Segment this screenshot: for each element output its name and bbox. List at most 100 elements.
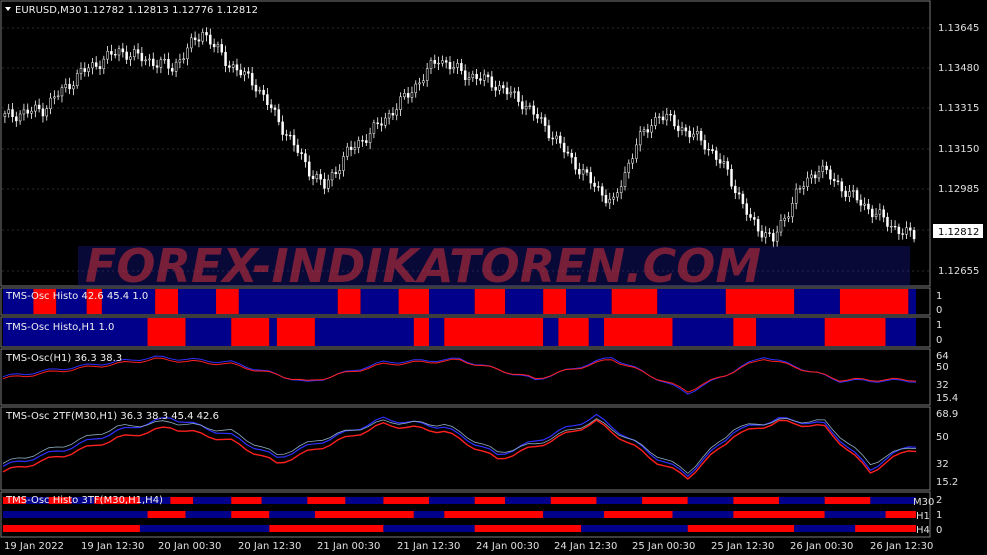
histo-3tf-bar-m30 [596, 497, 643, 504]
candle-body [851, 190, 855, 192]
candle-body [813, 174, 817, 179]
candle-body [357, 140, 360, 148]
candle-body [422, 80, 425, 84]
candle-body [441, 60, 444, 64]
candle-body [707, 148, 710, 151]
histo-h1-bar [733, 318, 757, 346]
candle-body [631, 158, 634, 164]
candle-body [18, 113, 22, 122]
candle-body [597, 186, 600, 188]
candle-body [878, 209, 882, 215]
histo-3tf-bar-h1 [885, 511, 916, 518]
candle-body [471, 73, 475, 79]
candle-body [399, 96, 402, 110]
osc-2tf-tick: 32 [936, 459, 949, 470]
candle-body [376, 122, 379, 124]
candle-body [654, 117, 657, 126]
candle-body [482, 74, 486, 81]
candle-body [79, 68, 83, 74]
histo-3tf-bar-m30 [824, 497, 871, 504]
histo-h1-bar [824, 318, 886, 346]
candle-body [715, 150, 718, 160]
histo-3tf-bar-h4 [3, 525, 140, 532]
candle-body [403, 93, 406, 98]
candle-body [798, 188, 802, 190]
candle-body [562, 142, 566, 153]
candle-body [524, 105, 528, 110]
candle-body [288, 134, 292, 137]
candle-body [901, 233, 904, 235]
candle-body [117, 48, 121, 56]
candle-body [152, 58, 155, 66]
candle-body [566, 151, 570, 154]
candle-body [494, 86, 497, 91]
histo-h1-bar [276, 318, 315, 346]
candle-body [463, 70, 467, 80]
osc-2tf-tick: 50 [936, 432, 949, 443]
candle-body [349, 146, 353, 150]
symbol-label: EURUSD,M30 [15, 5, 81, 16]
histo-3tf-bar-m30 [193, 497, 232, 504]
candle-body [281, 121, 284, 135]
candle-body [741, 193, 745, 204]
candle-body [273, 107, 277, 110]
candle-body [619, 186, 623, 193]
candle-body [703, 140, 707, 150]
candle-body [75, 73, 79, 87]
histo-3tf-bar-h1 [269, 511, 315, 518]
candle-body [528, 105, 532, 107]
candle-body [68, 83, 71, 90]
candle-body [772, 233, 775, 242]
candle-body [167, 58, 170, 69]
histo-3tf-bar-h4 [794, 525, 856, 532]
candle-body [129, 56, 132, 60]
candle-body [98, 66, 102, 69]
candle-body [680, 127, 684, 131]
histo-h1-bar [269, 318, 277, 346]
histo-3tf-bar-h1 [413, 511, 445, 518]
candle-body [844, 190, 847, 197]
candle-body [498, 85, 501, 91]
histo-3tf-bar-m30 [231, 497, 262, 504]
candle-body [186, 47, 189, 60]
time-tick: 25 Jan 00:30 [632, 541, 695, 552]
candle-body [243, 71, 246, 76]
candle-body [144, 59, 147, 62]
candle-body [893, 225, 897, 228]
osc-h1-tick: 15.4 [936, 393, 958, 404]
mt4-chart-window[interactable]: FOREX-INDIKATOREN.COM EURUSD,M30 1.12782… [0, 0, 987, 555]
candle-body [247, 71, 250, 74]
candle-body [22, 109, 26, 115]
price-tick: 1.13480 [938, 63, 979, 74]
histo-3tf-bar-m30 [687, 497, 734, 504]
candle-body [323, 178, 326, 189]
candle-body [688, 130, 691, 138]
candle-body [623, 172, 627, 187]
candle-body [193, 37, 197, 41]
candle-body [410, 92, 414, 98]
candle-body [296, 144, 300, 153]
candle-body [342, 156, 345, 171]
candle-body [201, 32, 204, 42]
candle-body [692, 133, 695, 138]
histo-3tf-bar-h1 [672, 511, 734, 518]
candle-body [266, 94, 269, 105]
histo-3tf-bar-m30 [870, 497, 916, 504]
candle-body [646, 129, 650, 133]
osc-2tf-tick: 15.2 [936, 477, 958, 488]
candle-body [41, 108, 45, 117]
candle-body [391, 113, 395, 116]
histo-h1-bar [147, 318, 186, 346]
candle-body [684, 127, 688, 132]
candle-body [509, 91, 513, 95]
histo-bar [839, 289, 909, 314]
candle-body [699, 131, 703, 141]
candle-body [673, 114, 676, 127]
price-axis: 1.13645 1.13480 1.13315 1.13150 1.12985 … [933, 23, 983, 277]
histo-3tf-bar-h4 [855, 525, 916, 532]
histo-h1-bar [429, 318, 445, 346]
time-tick: 26 Jan 12:30 [870, 541, 933, 552]
candle-body [460, 63, 463, 71]
candle-body [91, 62, 94, 69]
candle-body [53, 96, 56, 99]
